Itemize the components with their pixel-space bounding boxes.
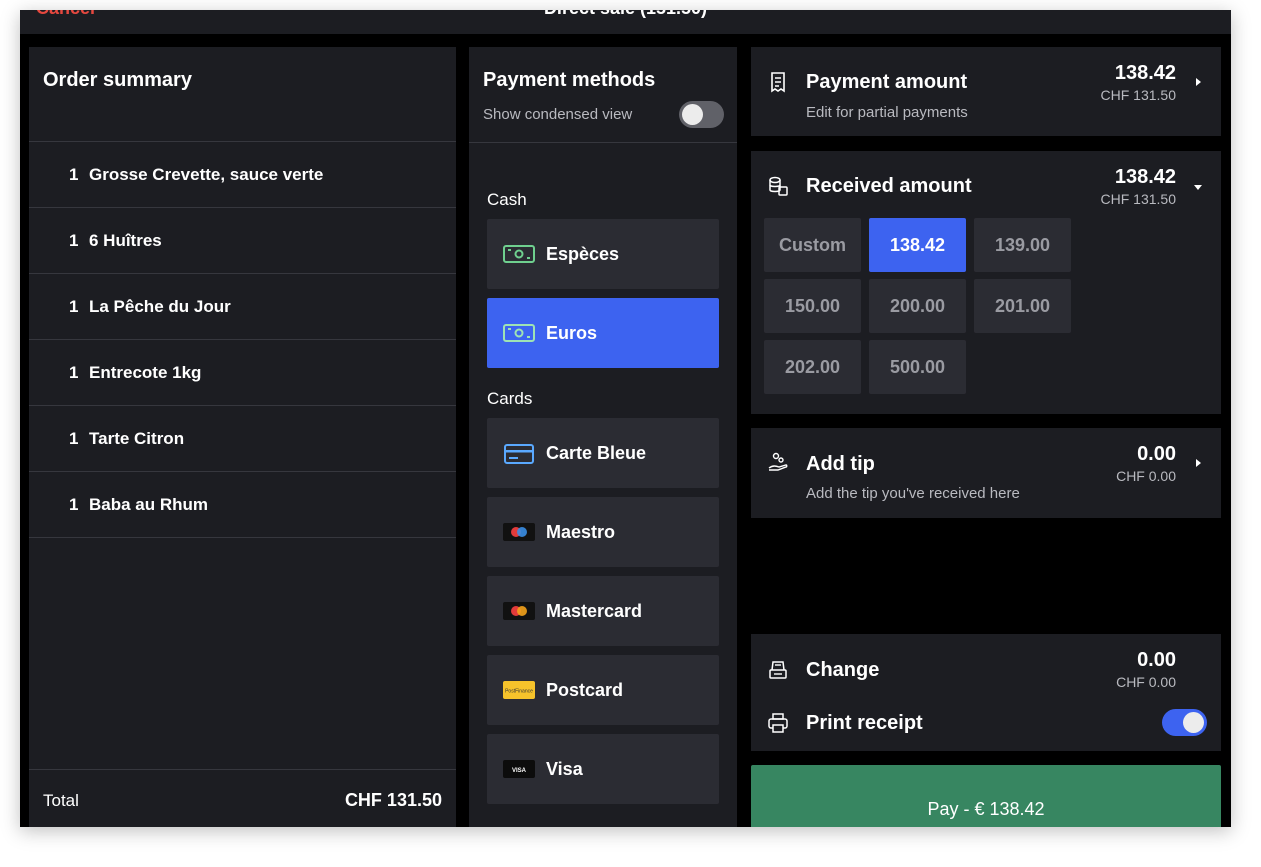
receipt-icon — [771, 72, 785, 93]
visa-icon: VISA — [503, 760, 535, 778]
section-cards-label: Cards — [487, 389, 533, 408]
maestro-icon — [503, 523, 535, 541]
received-amount-title: Received amount — [806, 175, 972, 197]
divider — [29, 769, 456, 770]
toggle-knob — [1183, 712, 1204, 733]
payment-methods-panel: Payment methods Show condensed view Cash… — [469, 47, 737, 827]
order-item-name: 6 Huîtres — [89, 231, 162, 250]
condensed-view-toggle[interactable] — [679, 101, 724, 128]
change-title: Change — [806, 659, 880, 681]
divider — [469, 142, 737, 143]
chevron-right-icon — [1196, 78, 1201, 86]
order-item-qty: 1 — [69, 165, 79, 184]
quick-amount-button[interactable]: 138.42 — [869, 218, 966, 272]
change-amount-value: 0.00 — [1137, 649, 1176, 671]
order-item[interactable]: 1 6 Huîtres — [29, 208, 456, 274]
payment-method-label: Postcard — [546, 680, 624, 700]
pay-button-label: Pay - € 138.42 — [927, 799, 1045, 819]
add-tip-subtitle: Add the tip you've received here — [806, 485, 1020, 502]
order-summary-panel: Order summary 1 Grosse Crevette, sauce v… — [29, 47, 456, 827]
total-value: CHF 131.50 — [344, 790, 442, 810]
payment-method-euros[interactable]: Euros — [487, 298, 719, 368]
payment-amount-title: Payment amount — [806, 71, 968, 93]
order-item-name: La Pêche du Jour — [89, 297, 231, 316]
order-item-qty: 1 — [69, 429, 79, 448]
payment-method-label: Visa — [546, 759, 583, 779]
cash-register-icon — [769, 661, 787, 679]
order-item-name: Entrecote 1kg — [89, 363, 202, 382]
printer-icon — [768, 713, 788, 733]
quick-amount-button[interactable]: 150.00 — [764, 279, 861, 333]
payment-method-carte-bleue[interactable]: Carte Bleue — [487, 418, 719, 488]
payment-amount-card[interactable]: Payment amount Edit for partial payments… — [751, 47, 1221, 136]
quick-amount-button[interactable]: 201.00 — [974, 279, 1071, 333]
tip-amount-chf: CHF 0.00 — [1116, 468, 1176, 484]
payment-method-visa[interactable]: VISA Visa — [487, 734, 719, 804]
tip-hand-icon — [768, 452, 788, 471]
cash-icon — [503, 245, 535, 263]
payment-amount-chf: CHF 131.50 — [1100, 87, 1176, 103]
payment-method-maestro[interactable]: Maestro — [487, 497, 719, 567]
total-label: Total — [43, 791, 79, 810]
condensed-view-label: Show condensed view — [483, 106, 633, 123]
mastercard-icon — [503, 602, 535, 620]
cash-icon — [503, 324, 535, 342]
payment-method-especes[interactable]: Espèces — [487, 219, 719, 289]
payment-method-label: Carte Bleue — [546, 443, 647, 463]
order-item-qty: 1 — [69, 495, 79, 514]
payment-amount-subtitle: Edit for partial payments — [806, 104, 968, 121]
order-item-qty: 1 — [69, 363, 79, 382]
received-amount-value: 138.42 — [1114, 166, 1176, 188]
print-receipt-toggle[interactable] — [1162, 709, 1207, 736]
order-item[interactable]: 1 Tarte Citron — [29, 406, 456, 472]
quick-amount-button[interactable]: 139.00 — [974, 218, 1071, 272]
order-item[interactable]: 1 La Pêche du Jour — [29, 274, 456, 340]
received-amount-chf: CHF 131.50 — [1100, 191, 1176, 207]
pos-screen: Cancel Direct sale (151.50) Order summar… — [20, 10, 1231, 827]
payment-amount-value: 138.42 — [1114, 62, 1176, 84]
order-item-name: Baba au Rhum — [89, 495, 209, 514]
postfinance-icon: PostFinance — [503, 681, 535, 699]
change-card: Change 0.00 CHF 0.00 Print receipt — [751, 634, 1221, 751]
order-summary-title: Order summary — [43, 69, 192, 91]
chevron-down-icon[interactable] — [1193, 182, 1203, 192]
pay-button[interactable]: Pay - € 138.42 — [751, 765, 1221, 827]
payment-method-mastercard[interactable]: Mastercard — [487, 576, 719, 646]
received-amount-card: Received amount 138.42 CHF 131.50 Custom… — [751, 151, 1221, 414]
order-item[interactable]: 1 Grosse Crevette, sauce verte — [29, 142, 456, 208]
tip-amount-value: 0.00 — [1137, 443, 1176, 465]
order-item[interactable]: 1 Entrecote 1kg — [29, 340, 456, 406]
payment-method-label: Mastercard — [546, 601, 643, 621]
order-item-name: Tarte Citron — [89, 429, 185, 448]
order-item-name: Grosse Crevette, sauce verte — [89, 165, 324, 184]
payment-method-label: Euros — [546, 323, 598, 343]
payment-methods-title: Payment methods — [483, 69, 656, 91]
payment-method-label: Espèces — [546, 244, 620, 264]
coins-icon — [769, 176, 788, 196]
credit-card-icon — [504, 444, 534, 464]
section-cash-label: Cash — [487, 190, 527, 209]
order-item-qty: 1 — [69, 231, 79, 250]
payment-method-postcard[interactable]: PostFinance Postcard — [487, 655, 719, 725]
order-item[interactable]: 1 Baba au Rhum — [29, 472, 456, 538]
chevron-right-icon — [1196, 459, 1201, 467]
payment-method-label: Maestro — [546, 522, 616, 542]
page-title: Direct sale (151.50) — [20, 10, 1231, 19]
order-item-qty: 1 — [69, 297, 79, 316]
add-tip-title: Add tip — [806, 453, 875, 475]
quick-amount-button[interactable]: 500.00 — [869, 340, 966, 394]
quick-amount-button[interactable]: 200.00 — [869, 279, 966, 333]
change-amount-chf: CHF 0.00 — [1116, 674, 1176, 690]
svg-text:VISA: VISA — [512, 768, 527, 774]
top-bar: Cancel Direct sale (151.50) — [20, 10, 1231, 34]
toggle-knob — [682, 104, 703, 125]
add-tip-card[interactable]: Add tip Add the tip you've received here… — [751, 428, 1221, 518]
svg-text:PostFinance: PostFinance — [505, 689, 533, 695]
quick-amount-button[interactable]: 202.00 — [764, 340, 861, 394]
quick-amount-custom[interactable]: Custom — [764, 218, 861, 272]
print-receipt-label: Print receipt — [806, 712, 923, 734]
